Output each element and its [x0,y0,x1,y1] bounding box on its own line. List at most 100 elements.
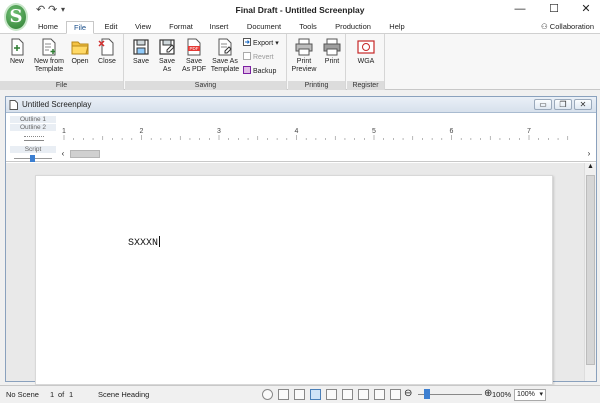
vertical-scroll-thumb[interactable] [586,175,595,365]
current-element[interactable]: Scene Heading [98,390,149,399]
split-view-icon[interactable] [374,389,385,400]
text-caret [159,236,161,247]
print-preview-label-2: Preview [291,66,317,73]
panels-icon[interactable] [358,389,369,400]
zoom-slider-thumb[interactable] [424,389,430,399]
pdf-icon: PDF [187,38,201,56]
tab-home[interactable]: Home [32,21,64,34]
wga-icon [357,40,375,54]
save-as-template-icon [218,38,232,56]
close-document-button[interactable]: Close [94,38,120,66]
tab-insert[interactable]: Insert [202,21,236,34]
export-label: Export [253,40,274,47]
print-preview-button[interactable]: Print Preview [290,38,318,74]
ruler-number: 2 [139,128,144,135]
new-button[interactable]: New [4,38,30,66]
save-as-button[interactable]: Save As [155,38,179,74]
ribbon-group-printing: Print Preview Print Printing [288,34,346,90]
save-icon [133,39,149,55]
save-as-template-label-2: Template [210,66,240,73]
collaboration-button[interactable]: ⚇ Collaboration [541,21,594,33]
document-restore-button[interactable]: ❐ [554,99,572,110]
save-as-label-1: Save [159,58,175,65]
page-of-label: of [58,390,65,399]
ribbon-group-file: New New from Template Open Close File [0,34,124,90]
status-bar: No Scene 1 of 1 Scene Heading ⊖ ⊕ 100% 1… [0,385,600,403]
outline-panel: Outline 1 Outline 2 Script [10,116,56,162]
horizontal-scroll-thumb[interactable] [70,150,100,158]
document-close-button[interactable]: ✕ [574,99,592,110]
ruler-number: 4 [294,128,299,135]
maximize-button[interactable]: ☐ [538,0,570,20]
tab-view[interactable]: View [128,21,158,34]
script-slider[interactable] [10,154,56,162]
index-cards-icon[interactable] [342,389,353,400]
backup-icon [243,66,251,74]
ruler-number: 5 [372,128,376,135]
ribbon: New New from Template Open Close File Sa… [0,34,600,90]
revert-button[interactable]: Revert [243,52,274,63]
printer-icon [323,38,341,56]
script-page[interactable]: SXXXN [35,175,553,385]
open-label: Open [71,58,89,65]
minimize-button[interactable]: — [504,0,536,20]
save-as-template-button[interactable]: Save As Template [209,38,241,74]
script-slider-thumb[interactable] [30,155,35,162]
menu-bar: Home File Edit View Format Insert Docume… [0,20,600,34]
page-view-icon[interactable] [310,389,321,400]
wga-button[interactable]: WGA [351,38,381,66]
ruler-number: 7 [527,128,531,135]
wga-label: WGA [357,58,375,65]
new-from-template-button[interactable]: New from Template [32,38,66,74]
tab-production[interactable]: Production [328,21,378,34]
collaboration-icon: ⚇ [540,22,548,31]
app-logo[interactable]: S [4,3,28,31]
outline-1-label[interactable]: Outline 1 [10,116,56,124]
tab-tools[interactable]: Tools [292,21,324,34]
full-screen-icon[interactable] [390,389,401,400]
tab-format[interactable]: Format [162,21,200,34]
zoom-select-value: 100% [517,391,535,398]
ruler-number: 6 [449,128,454,135]
export-button[interactable]: Export ▾ [243,38,279,49]
document-minimize-button[interactable]: ▭ [534,99,552,110]
tab-help[interactable]: Help [382,21,412,34]
ribbon-group-saving: Save Save As PDF Save As PDF Save As Tem… [125,34,287,90]
outline-2-label[interactable]: Outline 2 [10,124,56,132]
save-as-pdf-button[interactable]: PDF Save As PDF [181,38,207,74]
open-button[interactable]: Open [68,38,92,66]
vertical-scrollbar[interactable]: ▲ [584,163,596,381]
zoom-select[interactable]: 100% ▾ [514,389,546,401]
document-title: Untitled Screenplay [22,100,92,109]
speed-view-icon[interactable] [326,389,337,400]
night-mode-icon[interactable] [278,389,289,400]
tab-edit[interactable]: Edit [96,21,126,34]
indent-markers[interactable] [10,132,56,146]
scroll-right-icon[interactable]: › [584,149,594,159]
scene-status: No Scene [6,390,39,399]
script-text[interactable]: SXXXN [128,236,161,249]
print-label: Print [324,58,340,65]
save-button[interactable]: Save [129,38,153,66]
ruler-ticks [63,135,569,140]
zoom-out-icon[interactable]: ⊖ [404,388,412,399]
backup-button[interactable]: Backup [243,66,276,77]
save-as-template-label-1: Save As [212,58,238,65]
save-label: Save [133,58,149,65]
navigator-icon[interactable] [262,389,273,400]
page-number: 1 [50,390,55,399]
scroll-left-icon[interactable]: ‹ [58,149,68,159]
horizontal-scrollbar[interactable]: ‹ › [58,149,594,159]
scroll-up-icon[interactable]: ▲ [585,163,596,173]
export-dropdown-icon: ▾ [275,40,279,47]
scene-heading-text[interactable]: SXXXN [128,238,158,249]
normal-view-icon[interactable] [294,389,305,400]
close-button[interactable]: ✕ [570,0,600,20]
group-label-saving: Saving [125,81,286,90]
new-from-template-label-1: New from [34,58,64,65]
ruler[interactable]: 1 2 3 4 5 6 7 [58,128,578,142]
tab-file[interactable]: File [66,21,94,34]
save-as-label-2: As [162,66,172,73]
tab-document[interactable]: Document [240,21,288,34]
print-button[interactable]: Print [320,38,344,66]
